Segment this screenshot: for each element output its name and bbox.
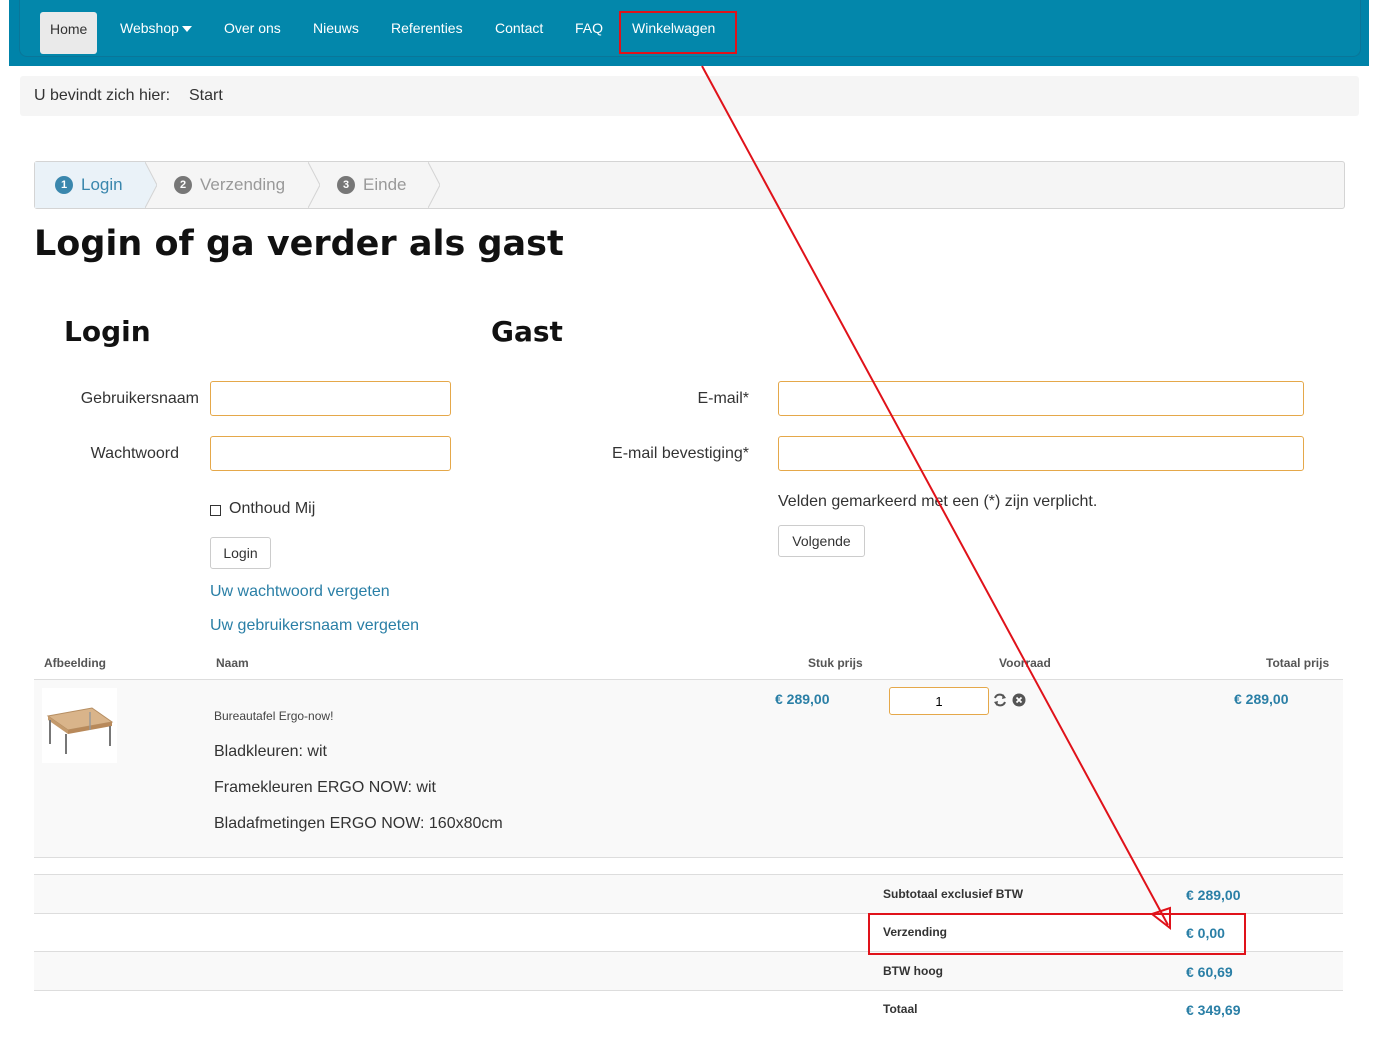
step-divider-icon [308,162,320,208]
cart-row: Bureautafel Ergo-now! Bladkleuren: wit F… [34,679,1343,858]
breadcrumb-current[interactable]: Start [189,87,223,105]
summary-label: BTW hoog [883,964,943,978]
summary-row-subtotal: Subtotaal exclusief BTW € 289,00 [34,874,1343,913]
col-image: Afbeelding [44,656,106,670]
next-button[interactable]: Volgende [778,525,865,557]
nav-over-ons[interactable]: Over ons [224,0,281,56]
step-number: 1 [55,175,73,194]
highlight-winkelwagen [619,11,737,54]
password-input[interactable] [210,436,451,471]
step-divider-icon [145,162,157,208]
step-label: Einde [363,175,407,194]
product-attribute: Bladafmetingen ERGO NOW: 160x80cm [214,815,503,832]
email-input[interactable] [778,381,1304,416]
password-label: Wachtwoord [90,445,179,462]
nav-webshop-label: Webshop [120,20,179,36]
remember-label: Onthoud Mij [229,500,316,517]
caret-down-icon [181,26,192,33]
nav-referenties[interactable]: Referenties [391,0,463,56]
nav-nieuws[interactable]: Nieuws [313,0,359,56]
login-button[interactable]: Login [210,537,271,569]
quantity-input[interactable] [889,687,989,715]
highlight-verzending [868,913,1246,955]
email-confirm-input[interactable] [778,436,1304,471]
product-attribute: Bladkleuren: wit [214,743,327,760]
breadcrumb: U bevindt zich hier: Start [20,76,1359,116]
summary-row-total: Totaal € 349,69 [34,990,1343,1029]
unit-price: € 289,00 [775,691,830,707]
guest-heading: Gast [491,315,563,348]
page-title: Login of ga verder als gast [34,224,564,264]
step-label: Login [81,175,123,194]
forgot-password-link[interactable]: Uw wachtwoord vergeten [210,583,390,601]
col-unit-price: Stuk prijs [808,656,863,670]
nav-faq[interactable]: FAQ [575,0,603,56]
summary-label: Subtotaal exclusief BTW [883,887,1024,901]
product-attribute: Framekleuren ERGO NOW: wit [214,779,436,796]
required-note: Velden gemarkeerd met een (*) zijn verpl… [778,493,1098,510]
total-price: € 289,00 [1234,691,1289,707]
nav-contact[interactable]: Contact [495,0,543,56]
username-input[interactable] [210,381,451,416]
col-total-price: Totaal prijs [1266,656,1330,670]
checkout-steps: 1 Login 2 Verzending 3 Einde [34,161,1345,209]
product-name[interactable]: Bureautafel Ergo-now! [214,709,333,723]
step-divider-icon [428,162,440,208]
summary-row-vat: BTW hoog € 60,69 [34,951,1343,990]
step-label: Verzending [200,175,286,194]
step-einde: 3 Einde [337,162,406,208]
product-image[interactable] [42,688,117,763]
username-label: Gebruikersnaam [80,390,199,407]
nav-home[interactable]: Home [40,12,98,54]
remember-checkbox[interactable] [210,505,221,516]
email-label: E-mail* [697,390,749,407]
step-login: 1 Login [55,162,123,208]
col-stock: Voorraad [999,656,1051,670]
summary-label: Totaal [883,1002,918,1016]
remove-icon[interactable] [1012,693,1026,707]
breadcrumb-prefix: U bevindt zich hier: [34,87,171,104]
email-confirm-label: E-mail bevestiging* [612,445,749,462]
forgot-username-link[interactable]: Uw gebruikersnaam vergeten [210,617,419,635]
summary-value: € 289,00 [1186,887,1241,903]
login-heading: Login [64,315,151,348]
step-number: 2 [174,175,192,194]
summary-value: € 60,69 [1186,964,1233,980]
nav-webshop[interactable]: Webshop [120,0,192,56]
step-number: 3 [337,175,355,194]
step-verzending: 2 Verzending [174,162,285,208]
summary-value: € 349,69 [1186,1002,1241,1018]
refresh-icon[interactable] [993,693,1007,707]
col-name: Naam [216,656,249,670]
